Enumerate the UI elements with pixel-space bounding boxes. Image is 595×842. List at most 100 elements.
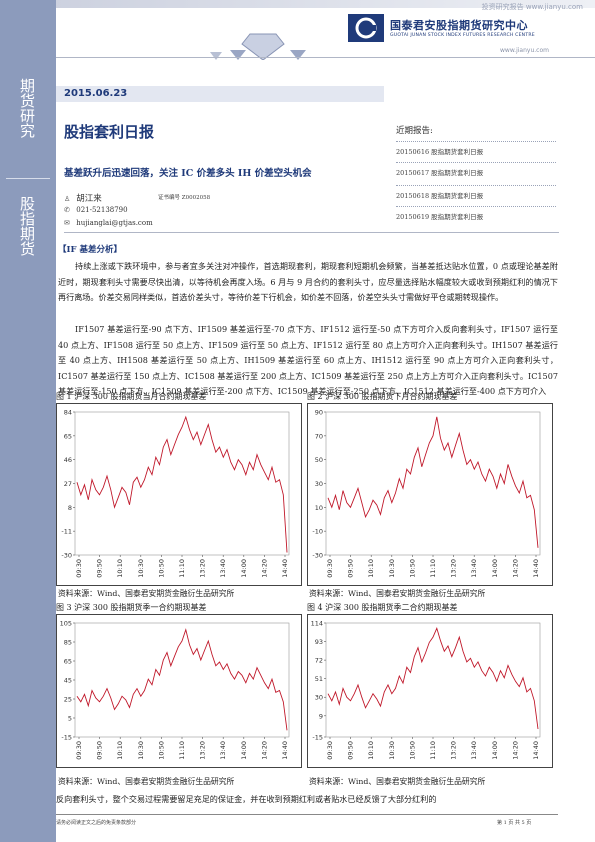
y-tick-label: 8: [68, 504, 72, 512]
figure-3-title: 图 3 沪深 300 股指期货季一合约期现基差: [56, 603, 207, 612]
section-heading: 【IF 基差分析】: [58, 245, 122, 255]
x-tick-label: 14:40: [281, 741, 289, 760]
x-tick-label: 11:10: [429, 559, 437, 578]
x-tick-label: 10:10: [367, 741, 375, 760]
x-tick-label: 09:30: [326, 741, 334, 760]
x-tick-label: 14:40: [532, 559, 540, 578]
x-tick-label: 13:40: [470, 741, 478, 760]
x-tick-label: 10:10: [367, 559, 375, 578]
org-name-en: GUOTAI JUNAN STOCK INDEX FUTURES RESEARC…: [390, 33, 535, 38]
basis-series-line: [76, 628, 288, 731]
figure-2-chart: 90 70 50 30 10 -10 -3009:30 09:50 10:10 10:30 10:5…: [312, 409, 541, 578]
person-icon: ♙: [64, 195, 71, 203]
figure-1-source: 资料来源：Wind、国泰君安期货金融衍生品研究所: [58, 589, 235, 598]
x-tick-label: 13:20: [450, 559, 458, 578]
footer-rule: [56, 814, 558, 815]
x-tick-label: 13:40: [219, 559, 227, 578]
x-tick-label: 10:10: [116, 741, 124, 760]
sidebar-divider: [6, 178, 50, 179]
x-tick-label: 10:50: [408, 559, 416, 578]
figure-2-frame: 90 70 50 30 10 -10 -30 09:30 09:50 10:10 10:30 10:5…: [307, 403, 553, 586]
y-tick-label: 114: [311, 620, 323, 628]
analyst-email[interactable]: hujianglai@gtjas.com: [76, 219, 152, 227]
y-tick-label: 30: [315, 480, 323, 488]
x-tick-label: 14:40: [532, 741, 540, 760]
email-icon: ✉: [64, 219, 70, 227]
analyst-rule: [64, 232, 559, 233]
diamond-banner-icon: [210, 33, 306, 60]
figure-3-source: 资料来源：Wind、国泰君安期货金融衍生品研究所: [58, 777, 235, 786]
figure-1-chart: 84 65 46 27 8 -11 -3009:30 09:50 10:10 10:30 10:50…: [61, 409, 290, 578]
sidebar-label-index-futures: 股指期货: [18, 196, 36, 256]
org-name-cn: 国泰君安股指期货研究中心: [390, 19, 528, 32]
analyst-phone: 021-52138790: [76, 206, 128, 214]
analyst-name: 胡江来: [76, 194, 102, 204]
watermark: 投资研究报告 www.jianyu.com: [481, 3, 583, 11]
y-tick-label: -10: [312, 528, 323, 536]
x-tick-label: 09:50: [347, 741, 355, 760]
plot-area: [325, 622, 541, 738]
y-tick-label: -30: [61, 552, 72, 560]
analyst-name-row: ♙ 胡江来: [64, 192, 102, 204]
plot-area: [74, 411, 290, 556]
figure-3-chart: 105 85 65 45 25 5 -1509:30 09:50 10:10 10:30 10:50…: [60, 620, 290, 760]
x-tick-label: 14:00: [240, 559, 248, 578]
figure-3-frame: 105 85 65 45 25 5 -15 09:30 09:50 10:10 10:30 10:50…: [56, 614, 302, 768]
report-date: 2015.06.23: [64, 88, 128, 99]
certificate-number: 证书编号 Z0002058: [158, 195, 211, 201]
figure-4-chart: 114 93 72 51 30 9 -1509:30 09:50 10:10 10:30 10:50…: [311, 620, 541, 760]
x-tick-label: 09:30: [326, 559, 334, 578]
header-rule: [56, 57, 595, 58]
y-tick-label: 46: [64, 456, 72, 464]
x-tick-label: 14:00: [240, 741, 248, 760]
recent-report-item[interactable]: 20150616 股指期货套利日报: [396, 141, 556, 156]
paragraph-2: IF1507 基差运行至-90 点下方、IF1509 基差运行至-70 点下方、…: [58, 324, 558, 396]
figure-2-title: 图 2 沪深 300 股指期货下月合约期现基差: [307, 392, 458, 401]
paragraph-1: 持续上涨或下跌环境中，参与者宜多关注对冲操作，首选期现套利，期现套利短期机会频繁…: [58, 261, 558, 302]
y-tick-label: 90: [315, 409, 323, 417]
y-tick-label: -15: [61, 734, 72, 742]
y-tick-label: -15: [312, 734, 323, 742]
x-tick-label: 10:50: [157, 741, 165, 760]
figure-4-source: 资料来源：Wind、国泰君安期货金融衍生品研究所: [309, 777, 486, 786]
website-url[interactable]: www.jianyu.com: [500, 47, 549, 54]
y-tick-label: 50: [315, 456, 323, 464]
x-tick-label: 11:10: [429, 741, 437, 760]
plot-area: [325, 411, 541, 556]
y-tick-label: 30: [315, 694, 323, 702]
figure-4-frame: 114 93 72 51 30 9 -15 09:30 09:50 10:10 10:30 10:50…: [307, 614, 553, 768]
y-tick-label: 70: [315, 432, 323, 440]
y-tick-label: 105: [60, 620, 72, 628]
recent-report-item[interactable]: 20150617 股指期货套利日报: [396, 162, 556, 177]
x-tick-label: 10:30: [137, 741, 145, 760]
y-tick-label: 27: [64, 480, 72, 488]
y-tick-label: 84: [64, 409, 72, 417]
y-tick-label: 5: [68, 715, 72, 723]
x-tick-label: 10:30: [388, 741, 396, 760]
x-tick-label: 09:30: [75, 559, 83, 578]
x-tick-label: 13:40: [470, 559, 478, 578]
logo-icon: [348, 14, 384, 42]
recent-report-item[interactable]: 20150619 股指期货套利日报: [396, 206, 556, 221]
figure-1-frame: 84 65 46 27 8 -11 -30 09:30 09:50 10:10 10:30 10:50…: [56, 403, 302, 586]
x-tick-label: 10:30: [137, 559, 145, 578]
y-tick-label: 51: [315, 675, 323, 683]
phone-icon: ✆: [64, 206, 70, 214]
x-tick-label: 11:10: [178, 559, 186, 578]
y-tick-label: -30: [312, 552, 323, 560]
x-tick-label: 14:20: [511, 559, 519, 578]
x-tick-label: 14:00: [491, 741, 499, 760]
footer-disclaimer: 请务必阅读正文之后的免责条款部分: [56, 820, 137, 826]
x-tick-label: 09:50: [96, 559, 104, 578]
paragraph-continuation: 反向套利头寸，整个交易过程需要留足充足的保证金，并在收到预期红利或者贴水已经反馈…: [56, 794, 437, 804]
recent-reports-title: 近期报告:: [396, 126, 433, 136]
analyst-phone-row: ✆ 021-52138790: [64, 206, 128, 214]
sidebar-label-research: 期货研究: [18, 78, 36, 138]
figure-1-title: 图 1 沪深 300 股指期货当月合约期现基差: [56, 392, 207, 401]
x-tick-label: 10:50: [408, 741, 416, 760]
y-tick-label: 45: [64, 677, 72, 685]
x-tick-label: 14:00: [491, 559, 499, 578]
x-tick-label: 13:20: [450, 741, 458, 760]
recent-report-item[interactable]: 20150618 股指期货套利日报: [396, 185, 556, 200]
x-tick-label: 13:20: [199, 559, 207, 578]
